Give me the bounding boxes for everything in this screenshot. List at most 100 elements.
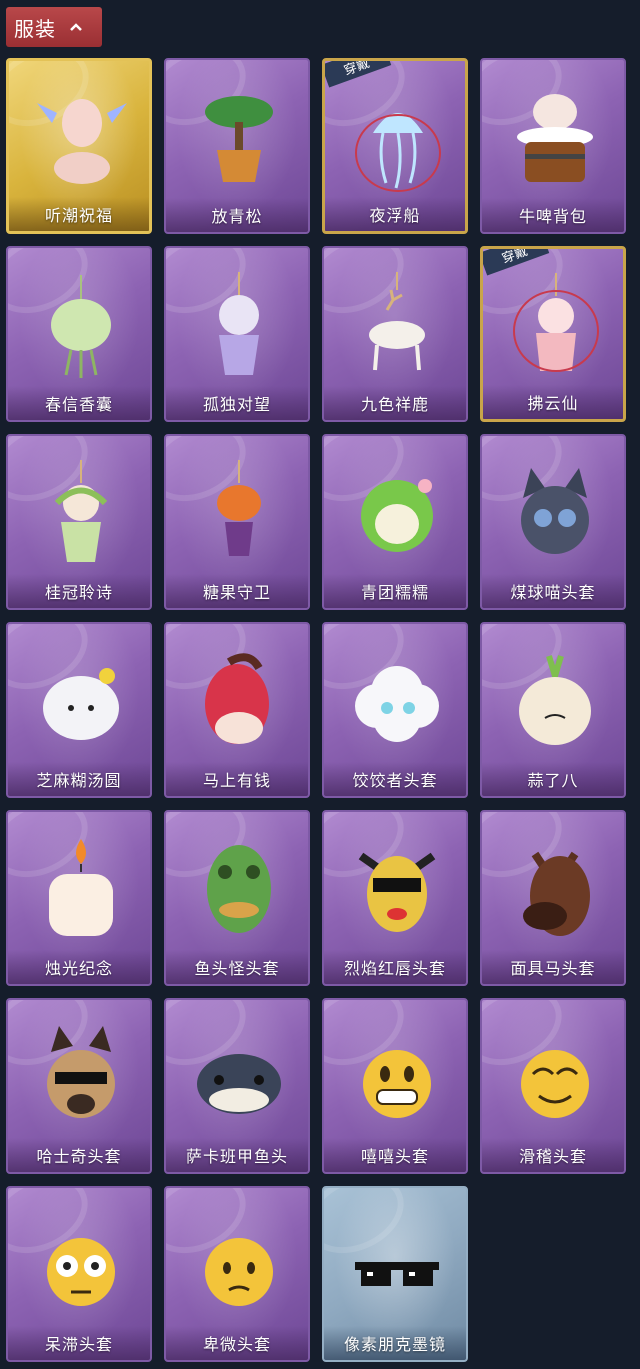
costume-name: 孤独对望 <box>202 395 271 414</box>
card-label-bar: 呆滞头套 <box>8 1326 150 1360</box>
costume-card[interactable]: 放青松 <box>164 58 310 234</box>
costume-card[interactable]: 呆滞头套 <box>6 1186 152 1362</box>
cow-barrel-icon <box>505 82 605 192</box>
costume-name: 呆滞头套 <box>44 1335 113 1354</box>
card-label-bar: 像素朋克墨镜 <box>324 1326 466 1360</box>
costume-card[interactable]: 面具马头套 <box>480 810 626 986</box>
garlic-head-icon <box>505 646 605 756</box>
fairy-pendant-icon <box>506 271 606 381</box>
costume-name: 嘻嘻头套 <box>360 1147 429 1166</box>
costume-card[interactable]: 嘻嘻头套 <box>322 998 468 1174</box>
costume-name: 卑微头套 <box>202 1335 271 1354</box>
card-label-bar: 鱼头怪头套 <box>166 950 308 984</box>
black-cat-head-icon <box>505 458 605 568</box>
card-label-bar: 烛光纪念 <box>8 950 150 984</box>
costume-name: 鱼头怪头套 <box>194 959 280 978</box>
grin-emoji-icon <box>347 1022 447 1132</box>
costume-card[interactable]: 芝麻糊汤圆 <box>6 622 152 798</box>
card-label-bar: 萨卡班甲鱼头 <box>166 1138 308 1172</box>
card-label-bar: 卑微头套 <box>166 1326 308 1360</box>
bonsai-pot-icon <box>189 82 289 192</box>
card-label-bar: 夜浮船 <box>325 197 465 231</box>
costume-card[interactable]: 牛啤背包 <box>480 58 626 234</box>
costume-name: 九色祥鹿 <box>360 395 429 414</box>
costume-name: 糖果守卫 <box>202 583 271 602</box>
card-label-bar: 哈士奇头套 <box>8 1138 150 1172</box>
costume-name: 像素朋克墨镜 <box>343 1335 446 1354</box>
red-horse-head-icon <box>189 646 289 756</box>
card-label-bar: 饺饺者头套 <box>324 762 466 796</box>
fish-head-icon <box>189 1022 289 1132</box>
green-dumpling-icon <box>347 458 447 568</box>
funny-emoji-icon <box>505 1022 605 1132</box>
costume-name: 春信香囊 <box>44 395 113 414</box>
costume-name: 烛光纪念 <box>44 959 113 978</box>
card-label-bar: 桂冠聆诗 <box>8 574 150 608</box>
costume-card[interactable]: 穿戴 拂云仙 <box>480 246 626 422</box>
costume-name: 烈焰红唇头套 <box>343 959 446 978</box>
angel-figure-icon <box>32 83 132 193</box>
costume-name: 哈士奇头套 <box>36 1147 122 1166</box>
costume-card[interactable]: 哈士奇头套 <box>6 998 152 1174</box>
pleading-emoji-icon <box>189 1210 289 1320</box>
card-label-bar: 嘻嘻头套 <box>324 1138 466 1172</box>
costume-grid: 听潮祝福 放青松 穿戴 夜浮船 牛啤背包春信香囊 孤独对望 九色祥鹿 穿戴 拂云仙桂冠聆诗 糖果守… <box>0 0 640 1369</box>
costume-card[interactable]: 青团糯糯 <box>322 434 468 610</box>
card-label-bar: 拂云仙 <box>483 385 623 419</box>
costume-card[interactable]: 烈焰红唇头套 <box>322 810 468 986</box>
card-label-bar: 春信香囊 <box>8 386 150 420</box>
card-label-bar: 放青松 <box>166 198 308 232</box>
candle-head-icon <box>31 834 131 944</box>
flushed-emoji-icon <box>31 1210 131 1320</box>
card-label-bar: 青团糯糯 <box>324 574 466 608</box>
costume-name: 面具马头套 <box>510 959 596 978</box>
costume-card[interactable]: 煤球喵头套 <box>480 434 626 610</box>
costume-card[interactable]: 萨卡班甲鱼头 <box>164 998 310 1174</box>
costume-card[interactable]: 蒜了八 <box>480 622 626 798</box>
costume-name: 马上有钱 <box>202 771 271 790</box>
costume-card[interactable]: 饺饺者头套 <box>322 622 468 798</box>
costume-name: 放青松 <box>211 207 263 226</box>
yellow-mask-sunglasses-icon <box>347 834 447 944</box>
costume-card[interactable]: 九色祥鹿 <box>322 246 468 422</box>
costume-card[interactable]: 孤独对望 <box>164 246 310 422</box>
card-label-bar: 蒜了八 <box>482 762 624 796</box>
costume-name: 滑稽头套 <box>518 1147 587 1166</box>
card-label-bar: 芝麻糊汤圆 <box>8 762 150 796</box>
costume-card[interactable]: 鱼头怪头套 <box>164 810 310 986</box>
costume-name: 夜浮船 <box>369 206 421 225</box>
costume-card[interactable]: 穿戴 夜浮船 <box>322 58 468 234</box>
costume-card[interactable]: 春信香囊 <box>6 246 152 422</box>
costume-card[interactable]: 像素朋克墨镜 <box>322 1186 468 1362</box>
deer-pendant-icon <box>347 270 447 380</box>
costume-card[interactable]: 烛光纪念 <box>6 810 152 986</box>
card-label-bar: 马上有钱 <box>166 762 308 796</box>
card-label-bar: 听潮祝福 <box>9 197 149 231</box>
costume-name: 煤球喵头套 <box>510 583 596 602</box>
costume-name: 饺饺者头套 <box>352 771 438 790</box>
card-label-bar: 烈焰红唇头套 <box>324 950 466 984</box>
costume-name: 青团糯糯 <box>360 583 429 602</box>
costume-card[interactable]: 糖果守卫 <box>164 434 310 610</box>
laurel-fairy-icon <box>31 458 131 568</box>
card-label-bar: 孤独对望 <box>166 386 308 420</box>
costume-name: 听潮祝福 <box>44 206 113 225</box>
costume-name: 蒜了八 <box>527 771 579 790</box>
card-label-bar: 面具马头套 <box>482 950 624 984</box>
horse-mask-icon <box>505 834 605 944</box>
costume-card[interactable]: 卑微头套 <box>164 1186 310 1362</box>
rice-ball-icon <box>31 646 131 756</box>
costume-card[interactable]: 马上有钱 <box>164 622 310 798</box>
card-label-bar: 煤球喵头套 <box>482 574 624 608</box>
costume-name: 拂云仙 <box>527 394 579 413</box>
card-label-bar: 九色祥鹿 <box>324 386 466 420</box>
card-label-bar: 糖果守卫 <box>166 574 308 608</box>
costume-name: 萨卡班甲鱼头 <box>185 1147 288 1166</box>
costume-card[interactable]: 滑稽头套 <box>480 998 626 1174</box>
jellyfish-icon <box>348 83 448 193</box>
doll-pendant-icon <box>189 270 289 380</box>
costume-card[interactable]: 听潮祝福 <box>6 58 152 234</box>
costume-name: 芝麻糊汤圆 <box>36 771 122 790</box>
costume-card[interactable]: 桂冠聆诗 <box>6 434 152 610</box>
fish-man-head-icon <box>189 834 289 944</box>
